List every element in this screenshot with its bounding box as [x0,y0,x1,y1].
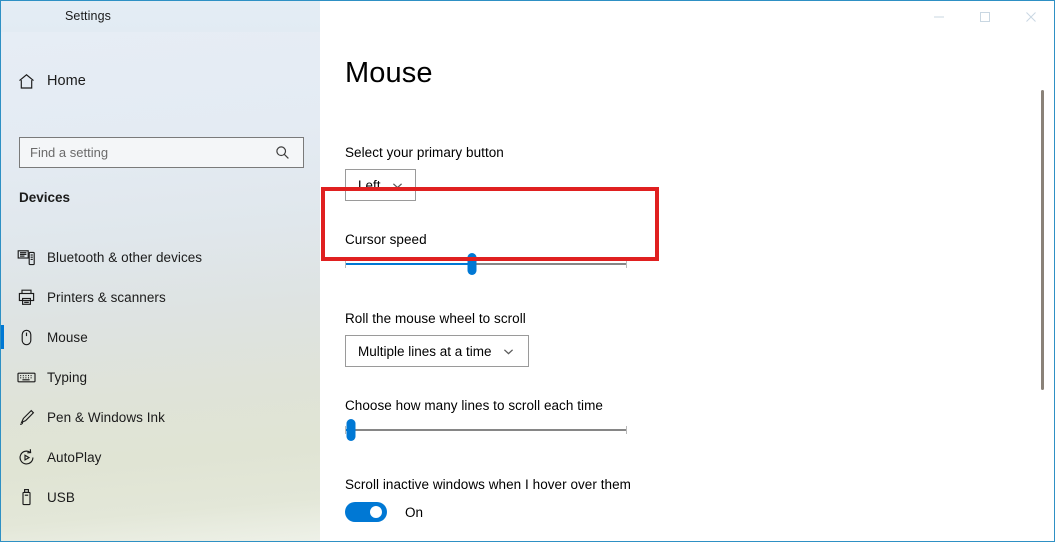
primary-button-label: Select your primary button [345,145,504,160]
cursor-speed-tick-start [345,260,346,268]
pen-icon [17,408,47,427]
toggle-knob [370,506,382,518]
sidebar-item-autoplay[interactable]: AutoPlay [1,437,320,477]
sidebar-item-bluetooth-other-devices-label: Bluetooth & other devices [47,249,203,265]
sidebar-item-mouse-label: Mouse [47,329,88,345]
main-scrollbar[interactable] [1041,32,1044,535]
main-scrollbar-thumb[interactable] [1041,90,1044,390]
cursor-speed-label: Cursor speed [345,232,427,247]
sidebar-item-printers-scanners[interactable]: Printers & scanners [1,277,320,317]
maximize-button[interactable] [962,1,1008,32]
sidebar-item-pen-windows-ink-label: Pen & Windows Ink [47,409,165,425]
primary-button-value: Left [358,177,381,193]
bluetooth-devices-icon [17,248,47,267]
cursor-speed-fill [345,263,472,265]
sidebar-item-autoplay-label: AutoPlay [47,449,102,465]
title-bar[interactable]: Settings [1,1,1054,32]
chevron-down-icon [391,179,404,192]
usb-icon [17,488,47,507]
sidebar-item-pen-windows-ink[interactable]: Pen & Windows Ink [1,397,320,437]
cursor-speed-tick-end [626,260,627,268]
chevron-down-icon [502,345,515,358]
sidebar-item-typing-label: Typing [47,369,88,385]
window-title: Settings [65,9,111,23]
sidebar-item-usb[interactable]: USB [1,477,320,517]
lines-to-scroll-slider[interactable] [345,416,627,444]
sidebar-item-typing[interactable]: Typing [1,357,320,397]
wheel-scroll-dropdown[interactable]: Multiple lines at a time [345,335,529,367]
close-button[interactable] [1008,1,1054,32]
lines-to-scroll-thumb[interactable] [346,419,356,441]
search-box[interactable] [19,137,304,168]
minimize-icon [934,16,944,17]
sidebar-item-printers-scanners-label: Printers & scanners [47,289,166,305]
scroll-inactive-toggle[interactable] [345,502,387,522]
lines-to-scroll-label: Choose how many lines to scroll each tim… [345,398,603,413]
sidebar-item-mouse[interactable]: Mouse [1,317,320,357]
close-icon [1026,11,1036,22]
main-content: Mouse Select your primary button Left Cu… [320,32,1054,541]
sidebar-item-bluetooth-other-devices[interactable]: Bluetooth & other devices [1,237,320,277]
sidebar-category-heading: Devices [19,190,71,205]
search-input[interactable] [20,138,265,167]
settings-window: Settings Home Find a setting Devices Blu… [0,0,1055,542]
cursor-speed-thumb[interactable] [467,253,477,275]
sidebar: Home Devices [1,32,320,541]
wheel-scroll-label: Roll the mouse wheel to scroll [345,311,526,326]
page-title: Mouse [345,57,433,89]
home-icon [17,72,47,91]
wheel-scroll-value: Multiple lines at a time [358,343,492,359]
scroll-inactive-toggle-row: On [345,502,423,522]
minimize-button[interactable] [916,1,962,32]
sidebar-item-usb-label: USB [47,489,75,505]
scroll-inactive-state: On [405,504,424,520]
printer-icon [17,288,47,307]
sidebar-item-home-label: Home [47,73,86,89]
primary-button-dropdown[interactable]: Left [345,169,416,201]
search-icon [265,145,299,160]
maximize-icon [980,11,990,22]
autoplay-icon [17,448,47,467]
sidebar-item-home[interactable]: Home [1,61,320,101]
scroll-inactive-label: Scroll inactive windows when I hover ove… [345,477,631,492]
title-bar-left-region [1,1,320,32]
lines-to-scroll-track [345,429,627,431]
mouse-icon [17,328,47,347]
lines-to-scroll-tick-end [626,426,627,434]
cursor-speed-slider[interactable] [345,250,627,278]
keyboard-icon [17,368,47,387]
sidebar-nav-list: Bluetooth & other devices Printers & sca… [1,237,320,517]
